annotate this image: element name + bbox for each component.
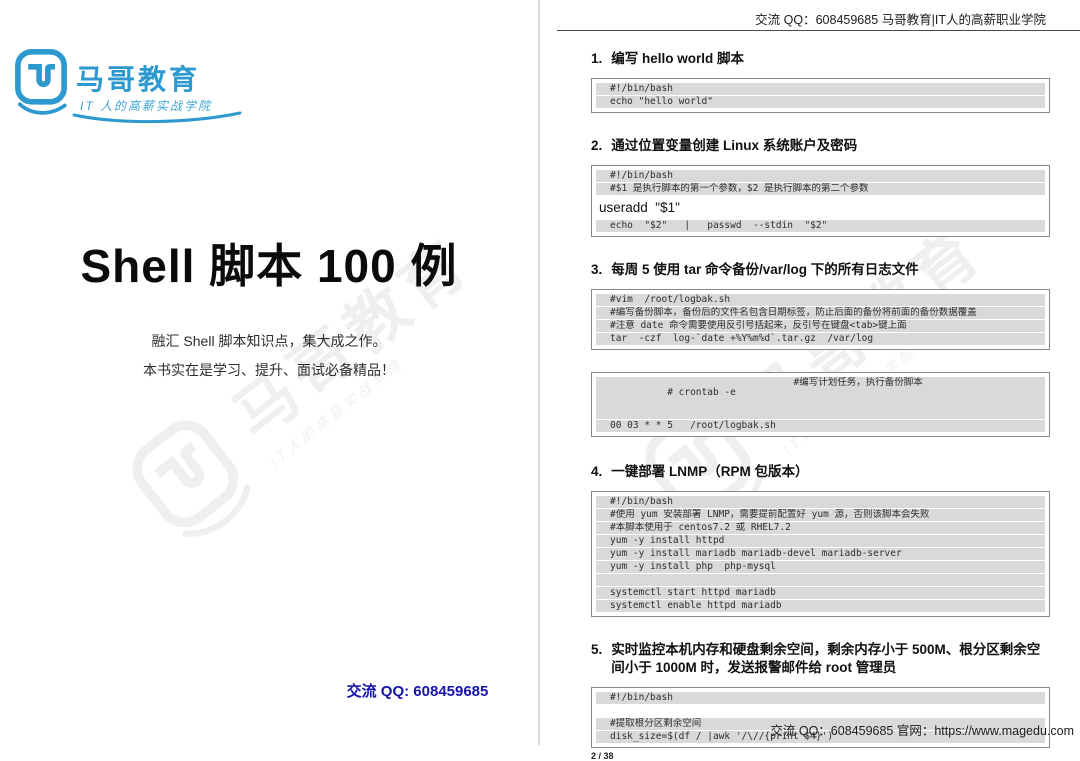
code-line: #!/bin/bash [596,83,1045,95]
code-line-blank [596,705,1045,717]
code-line: #!/bin/bash [596,692,1045,704]
code-block: #!/bin/bash #使用 yum 安装部署 LNMP，需要提前配置好 yu… [591,491,1050,617]
code-line: yum -y install php php-mysql [596,561,1045,573]
section-number: 2. [591,137,602,155]
content-page: 交流 QQ：608459685 马哥教育|IT人的高薪职业学院 1. 编写 he… [540,0,1080,745]
code-text: # crontab -e [667,387,736,398]
code-line: #编写备份脚本，备份后的文件名包含日期标签，防止后面的备份将前面的备份数据覆盖 [596,307,1045,319]
brand-name: 马哥教育 [76,58,200,98]
code-block: #vim /root/logbak.sh #编写备份脚本，备份后的文件名包含日期… [591,289,1050,350]
code-line: systemctl enable httpd mariadb [596,600,1045,612]
code-line: yum -y install httpd [596,535,1045,547]
magedu-logo-icon [12,48,70,118]
code-line: #注意 date 命令需要使用反引号括起来，反引号在键盘<tab>键上面 [596,320,1045,332]
code-line: yum -y install mariadb mariadb-devel mar… [596,548,1045,560]
cover-page: 马哥教育 IT 人的高薪实战学院 Shell 脚本 100 例 融汇 Shell… [0,0,538,745]
code-line: #!/bin/bash [596,170,1045,182]
code-block: #!/bin/bash echo "hello world" [591,78,1050,113]
code-line: #使用 yum 安装部署 LNMP，需要提前配置好 yum 源，否则该脚本会失败 [596,509,1045,521]
book-title: Shell 脚本 100 例 [0,230,538,296]
section-title-text: 通过位置变量创建 Linux 系统账户及密码 [611,137,1050,155]
code-line: echo "$2" | passwd --stdin "$2" [596,220,1045,232]
code-line: #vim /root/logbak.sh [596,294,1045,306]
code-line: #!/bin/bash [596,496,1045,508]
page-content: 1. 编写 hello world 脚本 #!/bin/bash echo "h… [591,40,1050,761]
code-line-plain: useradd "$1" [596,196,1045,219]
code-line-blank [596,574,1045,586]
code-block: #!/bin/bash #$1 是执行脚本的第一个参数，$2 是执行脚本的第二个… [591,165,1050,237]
header-rule [557,30,1080,31]
section-title-text: 编写 hello world 脚本 [611,50,1050,68]
tagline-underline-swoosh [72,111,242,127]
contact-qq: 交流 QQ: 608459685 [305,680,530,701]
book-subtitle-2: 本书实在是学习、提升、面试必备精品！ [0,360,538,380]
section-title-text: 实时监控本机内存和硬盘剩余空间，剩余内存小于 500M、根分区剩余空间小于 10… [611,641,1050,677]
section-5-title: 5. 实时监控本机内存和硬盘剩余空间，剩余内存小于 500M、根分区剩余空间小于… [591,641,1050,677]
code-line: #$1 是执行脚本的第一个参数，$2 是执行脚本的第二个参数 [596,183,1045,195]
section-number: 1. [591,50,602,68]
section-number: 5. [591,641,602,677]
code-line: #本脚本使用于 centos7.2 或 RHEL7.2 [596,522,1045,534]
code-line: systemctl start httpd mariadb [596,587,1045,599]
code-line: echo "hello world" [596,96,1045,108]
section-4-title: 4. 一键部署 LNMP（RPM 包版本） [591,463,1050,481]
code-block-crontab: # crontab -e #编写计划任务，执行备份脚本 00 03 * * 5 … [591,372,1050,437]
section-number: 4. [591,463,602,481]
section-2: 2. 通过位置变量创建 Linux 系统账户及密码 #!/bin/bash #$… [591,137,1050,237]
page-header: 交流 QQ：608459685 马哥教育|IT人的高薪职业学院 [755,9,1046,28]
page-footer: 交流 QQ：608459685 官网：https://www.magedu.co… [770,720,1074,739]
section-1-title: 1. 编写 hello world 脚本 [591,50,1050,68]
section-2-title: 2. 通过位置变量创建 Linux 系统账户及密码 [591,137,1050,155]
section-3: 3. 每周 5 使用 tar 命令备份/var/log 下的所有日志文件 #vi… [591,261,1050,437]
section-title-text: 每周 5 使用 tar 命令备份/var/log 下的所有日志文件 [611,261,1050,279]
code-line: 00 03 * * 5 /root/logbak.sh [596,420,1045,432]
inline-comment: #编写计划任务，执行备份脚本 [794,378,923,388]
book-subtitle-1: 融汇 Shell 脚本知识点，集大成之作。 [0,331,538,351]
page-number: 2 / 38 [591,751,1050,761]
section-4: 4. 一键部署 LNMP（RPM 包版本） #!/bin/bash #使用 yu… [591,463,1050,617]
section-1: 1. 编写 hello world 脚本 #!/bin/bash echo "h… [591,50,1050,113]
section-title-text: 一键部署 LNMP（RPM 包版本） [611,463,1050,481]
code-line: # crontab -e #编写计划任务，执行备份脚本 [596,377,1045,419]
section-3-title: 3. 每周 5 使用 tar 命令备份/var/log 下的所有日志文件 [591,261,1050,279]
section-number: 3. [591,261,602,279]
code-line: tar -czf log-`date +%Y%m%d`.tar.gz /var/… [596,333,1045,345]
